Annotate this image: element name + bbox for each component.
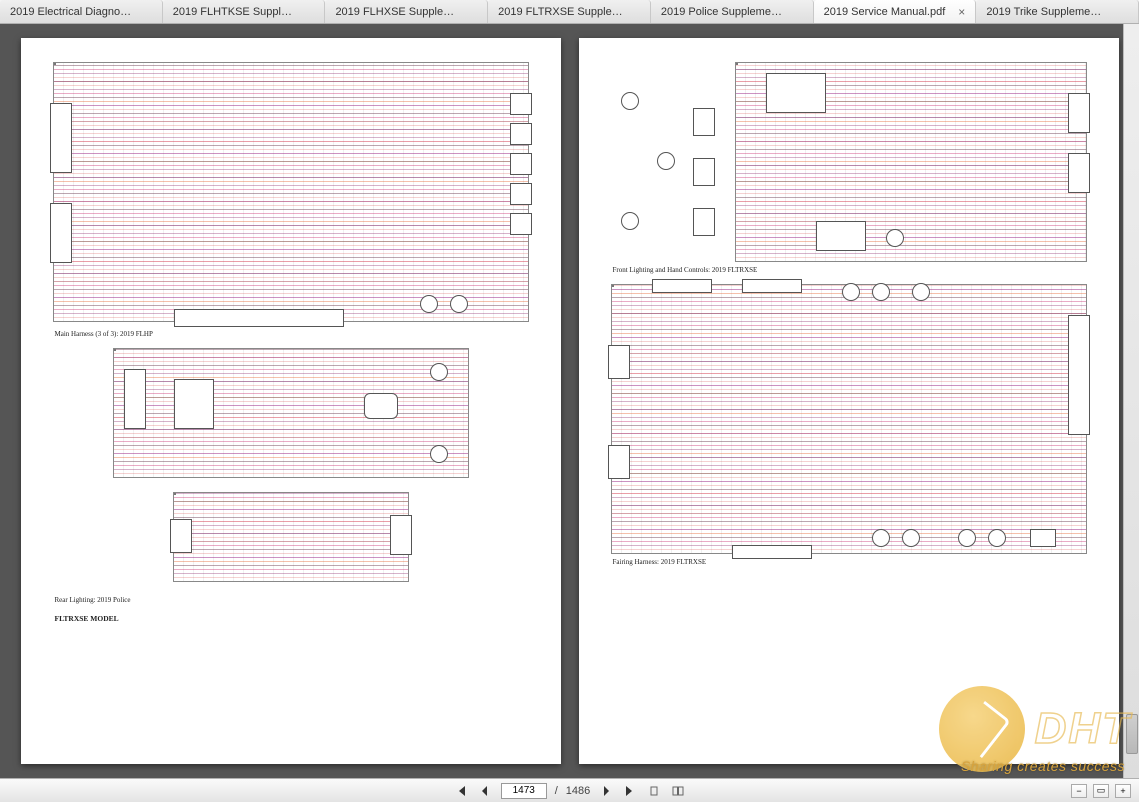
tab-trike-supplement[interactable]: 2019 Trike Suppleme… <box>976 0 1139 23</box>
page-separator: / <box>555 785 558 797</box>
zoom-fit-button[interactable]: ▭ <box>1093 784 1109 798</box>
pdf-page-right: Front Lighting and Hand Controls: 2019 F… <box>579 38 1119 764</box>
last-page-button[interactable] <box>622 783 638 799</box>
connector-icon <box>693 208 715 236</box>
close-tab-button[interactable]: × <box>952 5 965 19</box>
tab-electrical-diagnostics[interactable]: 2019 Electrical Diagno… <box>0 0 163 23</box>
tab-flhtkse-supplement[interactable]: 2019 FLHTKSE Suppl… <box>163 0 326 23</box>
pdf-page-left: Main Harness (3 of 3): 2019 FLHP Rear Li… <box>21 38 561 764</box>
diagram-caption: Front Lighting and Hand Controls: 2019 F… <box>613 266 1087 274</box>
diagram-caption: Main Harness (3 of 3): 2019 FLHP <box>55 330 529 338</box>
tab-label: 2019 FLHXSE Supple… <box>335 6 454 18</box>
wiring-diagram-fairing-harness <box>611 284 1087 554</box>
wiring-diagram-main-harness <box>53 62 529 322</box>
diagram-caption: Fairing Harness: 2019 FLTRXSE <box>613 558 1087 566</box>
document-tab-bar: 2019 Electrical Diagno… 2019 FLHTKSE Sup… <box>0 0 1139 24</box>
tab-label: 2019 Service Manual.pdf <box>824 6 946 18</box>
first-page-button[interactable] <box>453 783 469 799</box>
current-page-input[interactable] <box>501 783 547 799</box>
single-page-view-button[interactable] <box>646 783 662 799</box>
page-nav-bar: / 1486 − ▭ + <box>0 778 1139 802</box>
watermark-tagline: Sharing creates success <box>961 758 1125 774</box>
tab-label: 2019 FLHTKSE Suppl… <box>173 6 292 18</box>
zoom-in-button[interactable]: + <box>1115 784 1131 798</box>
tab-police-supplement[interactable]: 2019 Police Suppleme… <box>651 0 814 23</box>
tab-flhxse-supplement[interactable]: 2019 FLHXSE Supple… <box>325 0 488 23</box>
page-spread: Main Harness (3 of 3): 2019 FLHP Rear Li… <box>0 24 1139 778</box>
connector-icon <box>693 158 715 186</box>
diagram-caption: Rear Lighting: 2019 Police <box>55 596 529 604</box>
two-page-view-button[interactable] <box>670 783 686 799</box>
next-page-button[interactable] <box>598 783 614 799</box>
wiring-diagram-front-lighting <box>735 62 1087 262</box>
tab-label: 2019 FLTRXSE Supple… <box>498 6 623 18</box>
connector-icon <box>693 108 715 136</box>
component-icon <box>621 212 639 230</box>
component-icon <box>657 152 675 170</box>
tab-label: 2019 Police Suppleme… <box>661 6 782 18</box>
tab-label: 2019 Electrical Diagno… <box>10 6 131 18</box>
tab-label: 2019 Trike Suppleme… <box>986 6 1101 18</box>
component-icon <box>621 92 639 110</box>
vertical-scrollbar[interactable] <box>1123 24 1139 778</box>
tab-service-manual[interactable]: 2019 Service Manual.pdf × <box>814 0 977 23</box>
prev-page-button[interactable] <box>477 783 493 799</box>
zoom-controls: − ▭ + <box>1071 784 1131 798</box>
wiring-diagram-rear-lighting-small <box>173 492 409 582</box>
tab-fltrxse-supplement[interactable]: 2019 FLTRXSE Supple… <box>488 0 651 23</box>
total-pages: 1486 <box>566 785 590 797</box>
pdf-viewport[interactable]: Main Harness (3 of 3): 2019 FLHP Rear Li… <box>0 24 1139 778</box>
wiring-diagram-rear-lighting-detail <box>113 348 469 478</box>
scrollbar-thumb[interactable] <box>1126 714 1138 754</box>
model-heading: FLTRXSE MODEL <box>55 614 529 623</box>
zoom-out-button[interactable]: − <box>1071 784 1087 798</box>
